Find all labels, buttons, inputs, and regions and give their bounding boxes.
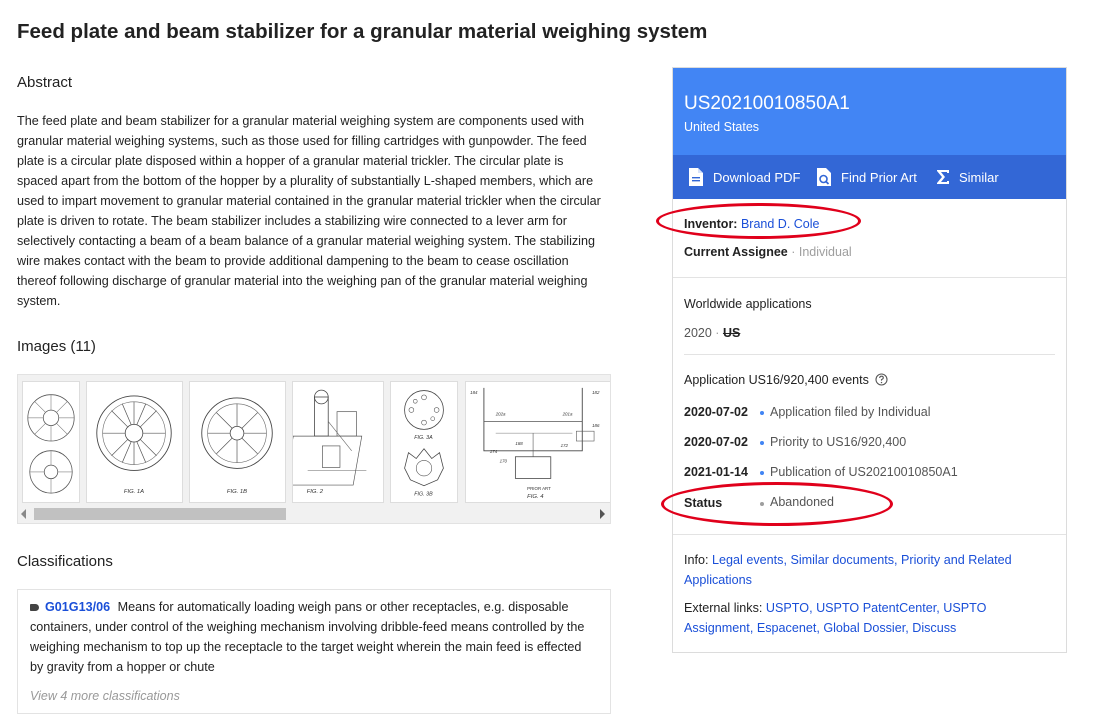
images-heading: Images (11) [17,338,96,355]
divider [684,354,1055,355]
classification-entry: G01G13/06 Means for automatically loadin… [30,597,596,677]
prior-art-search-icon [817,168,831,186]
external-label: External links: [684,601,763,615]
abstract-text: The feed plate and beam stabilizer for a… [17,114,601,308]
publication-country: United States [684,120,760,134]
reference-number: 202a [495,411,506,416]
find-prior-art-label: Find Prior Art [841,169,917,185]
uspto-link[interactable]: USPTO [766,601,809,615]
classification-box: G01G13/06 Means for automatically loadin… [17,589,611,714]
reference-number: 188 [515,441,523,446]
worldwide-heading: Worldwide applications [684,297,812,311]
events-heading-row: Application US16/920,400 events [684,373,888,387]
figure-caption: FIG. 3A [414,435,433,441]
assignee-row: Current Assignee · Individual [684,245,852,259]
event-date: 2021-01-14 [684,465,748,479]
help-icon[interactable] [875,373,888,386]
worldwide-country-link[interactable]: US [723,326,740,340]
scrollbar-thumb[interactable] [34,508,286,520]
info-label: Info: [684,553,709,567]
figure-caption: FIG. 1B [227,489,247,495]
scroll-left-icon[interactable] [21,509,26,519]
prior-art-label: PRIOR ART [527,486,551,491]
event-description: Publication of US20210010850A1 [770,465,958,479]
sigma-icon [937,170,949,184]
figure-caption: FIG. 4 [527,494,544,500]
worldwide-row: 2020 · US [684,326,740,340]
event-description: Priority to US16/920,400 [770,435,907,449]
image-thumbnail[interactable]: FIG. 2 [292,381,384,503]
image-thumbnail[interactable]: FIG. 1B [189,381,286,503]
divider [673,534,1066,535]
download-pdf-button[interactable]: Download PDF [687,155,800,199]
info-links: Info: Legal events, Similar documents, P… [684,553,1012,587]
status-label: Status [684,496,723,510]
legal-events-link[interactable]: Legal events [712,553,783,567]
find-prior-art-button[interactable]: Find Prior Art [815,155,917,199]
classifications-heading: Classifications [17,553,113,570]
timeline-dot [760,441,764,445]
status-value: Abandoned [770,495,834,509]
similar-documents-link[interactable]: Similar documents [790,553,894,567]
page-title: Feed plate and beam stabilizer for a gra… [17,20,708,43]
similar-button[interactable]: Similar [935,155,999,199]
abstract-heading: Abstract [17,74,73,91]
inventor-row: Inventor: Brand D. Cole [684,217,819,231]
timeline-dot [760,471,764,475]
inventor-link[interactable]: Brand D. Cole [741,217,820,231]
inventor-label: Inventor: [684,217,738,231]
figure-caption: FIG. 1A [124,489,144,495]
divider [673,277,1066,278]
uspto-patentcenter-link[interactable]: USPTO PatentCenter [816,601,936,615]
figure-caption: FIG. 2 [307,489,324,495]
classification-code-link[interactable]: G01G13/06 [45,600,110,614]
global-dossier-link[interactable]: Global Dossier [823,621,905,635]
similar-label: Similar [959,169,999,185]
external-links: External links: USPTO, USPTO PatentCente… [684,601,987,635]
image-strip-scrollbar[interactable] [18,505,610,523]
image-thumbnail[interactable] [22,381,80,503]
events-heading: Application US16/920,400 events [684,373,869,387]
reference-number: 170 [500,459,508,464]
image-thumbnail[interactable]: 184 182 202a 201a 188 186 174 172 170 PR… [465,381,610,503]
reference-number: 174 [490,449,498,454]
document-icon [689,168,703,186]
assignee-label: Current Assignee [684,245,788,259]
espacenet-link[interactable]: Espacenet [757,621,817,635]
reference-number: 172 [561,443,569,448]
event-description: Application filed by Individual [770,405,931,419]
figure-caption: FIG. 3B [414,491,433,497]
panel-header: US20210010850A1 United States [673,68,1066,155]
classification-description: Means for automatically loading weigh pa… [30,600,585,674]
publication-number: US20210010850A1 [684,93,850,114]
timeline-dot [760,502,764,506]
worldwide-year: 2020 [684,326,712,340]
assignee-separator: · [791,245,796,259]
assignee-value: Individual [798,245,852,259]
reference-number: 186 [592,423,600,428]
view-more-classifications[interactable]: View 4 more classifications [30,686,180,706]
panel-actions: Download PDF Find Prior Art Similar [673,155,1066,199]
reference-number: 182 [592,390,600,395]
image-thumbnail[interactable]: FIG. 3A FIG. 3B [390,381,458,503]
event-date: 2020-07-02 [684,435,748,449]
download-pdf-label: Download PDF [713,169,801,185]
timeline-dot [760,411,764,415]
discuss-link[interactable]: Discuss [912,621,956,635]
image-thumbnail[interactable]: FIG. 1A [86,381,183,503]
image-strip: FIG. 1A FIG. 1B FIG. 2 FIG. 3A FIG. 3B 1… [17,374,611,524]
worldwide-separator: · [715,326,720,340]
tag-icon [30,604,39,612]
reference-number: 201a [562,411,573,416]
scroll-right-icon[interactable] [600,509,605,519]
event-date: 2020-07-02 [684,405,748,419]
reference-number: 184 [470,390,478,395]
patent-side-panel: US20210010850A1 United States Download P… [672,67,1067,653]
